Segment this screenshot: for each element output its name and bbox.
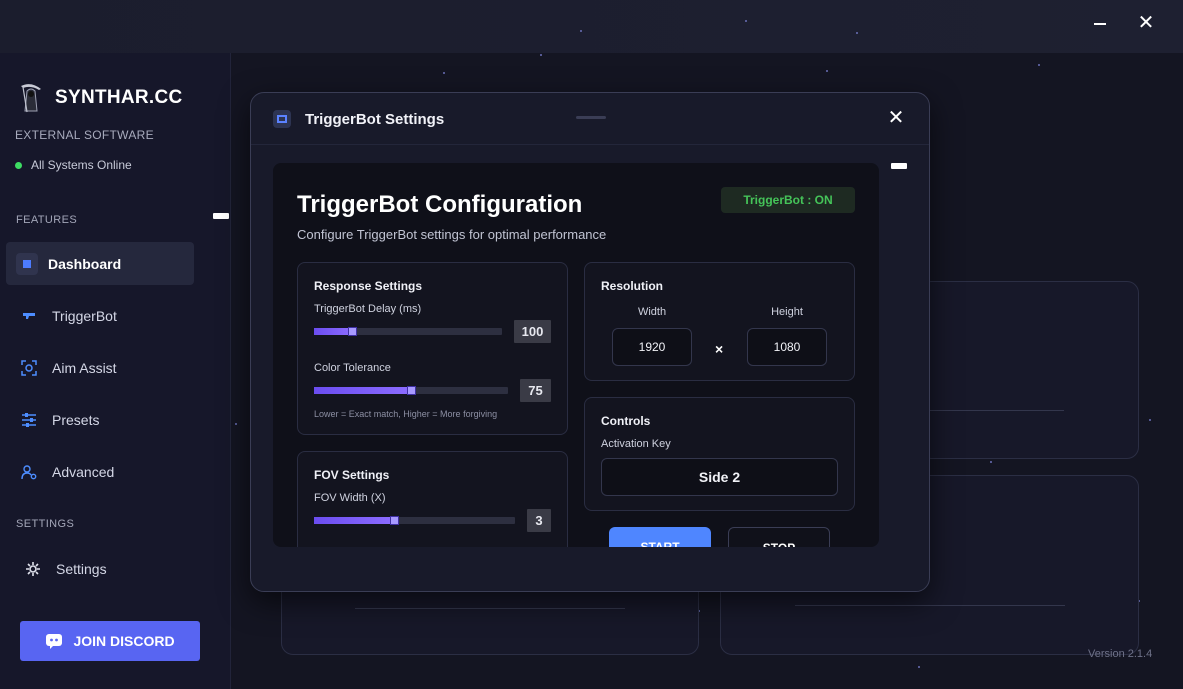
close-icon[interactable]: ✕	[1134, 12, 1158, 36]
sidebar-item-settings[interactable]: Settings	[6, 547, 194, 590]
sliders-icon	[20, 411, 38, 429]
star	[1149, 419, 1151, 421]
discord-icon	[46, 634, 63, 649]
card-title: Controls	[601, 414, 651, 428]
fov-settings-card: FOV Settings FOV Width (X) 3	[297, 451, 568, 547]
reaper-logo-icon	[17, 83, 45, 113]
title-bar: ✕	[0, 0, 1183, 53]
card-title: Response Settings	[314, 279, 423, 293]
slider-knob[interactable]	[390, 516, 399, 525]
dashboard-card	[919, 281, 1139, 459]
width-input[interactable]: 1920	[612, 328, 692, 366]
sidebar: SYNTHAR.CC EXTERNAL SOFTWARE All Systems…	[0, 53, 231, 689]
slider-fill	[314, 387, 411, 394]
tolerance-label: Color Tolerance	[314, 362, 391, 374]
height-input[interactable]: 1080	[747, 328, 827, 366]
divider	[355, 608, 625, 609]
fov-width-value[interactable]: 3	[527, 509, 551, 532]
modal-close-icon[interactable]: ✕	[885, 107, 907, 129]
slider-knob[interactable]	[407, 386, 416, 395]
gun-icon	[20, 307, 38, 325]
start-button[interactable]: START	[609, 527, 711, 547]
sidebar-item-label: TriggerBot	[52, 307, 117, 324]
sidebar-item-triggerbot[interactable]: TriggerBot	[6, 294, 194, 337]
logo: SYNTHAR.CC	[17, 83, 183, 113]
dashboard-icon	[16, 252, 38, 275]
star	[580, 30, 582, 32]
star	[1038, 64, 1040, 66]
sidebar-item-label: Advanced	[52, 463, 115, 480]
page-subtitle: Configure TriggerBot settings for optima…	[297, 227, 607, 242]
panel-scroll-handle[interactable]	[891, 163, 907, 169]
fov-width-label: FOV Width (X)	[314, 492, 386, 504]
stop-button[interactable]: STOP	[728, 527, 830, 547]
star	[918, 666, 920, 668]
sidebar-item-dashboard[interactable]: Dashboard	[6, 242, 194, 285]
divider	[795, 605, 1065, 606]
star	[235, 423, 237, 425]
star	[745, 20, 747, 22]
crosshair-icon	[20, 359, 38, 377]
sidebar-toggle-handle[interactable]	[213, 213, 229, 219]
card-title: FOV Settings	[314, 468, 390, 482]
delay-label: TriggerBot Delay (ms)	[314, 303, 422, 315]
drag-handle[interactable]	[576, 116, 606, 119]
activation-key-label: Activation Key	[601, 438, 671, 450]
sidebar-item-advanced[interactable]: Advanced	[6, 450, 194, 493]
tolerance-slider[interactable]	[314, 386, 508, 395]
minimize-icon[interactable]	[1088, 12, 1112, 36]
triggerbot-settings-modal: TriggerBot Settings ✕ TriggerBot Configu…	[250, 92, 930, 592]
controls-card: Controls Activation Key Side 2	[584, 397, 855, 511]
system-status-text: All Systems Online	[31, 158, 132, 172]
brand-name: SYNTHAR.CC	[55, 87, 183, 108]
modal-header: TriggerBot Settings ✕	[251, 93, 929, 145]
tolerance-value[interactable]: 75	[520, 379, 551, 402]
star	[826, 70, 828, 72]
modal-title: TriggerBot Settings	[305, 111, 445, 128]
window-icon	[273, 110, 291, 128]
resolution-card: Resolution Width Height 1920 × 1080	[584, 262, 855, 381]
slider-knob[interactable]	[348, 327, 357, 336]
height-label: Height	[771, 306, 803, 318]
page-title: TriggerBot Configuration	[297, 191, 583, 218]
system-status: All Systems Online	[15, 158, 132, 172]
star	[990, 461, 992, 463]
status-badge: TriggerBot : ON	[721, 187, 855, 213]
card-title: Resolution	[601, 279, 663, 293]
sidebar-item-aim-assist[interactable]: Aim Assist	[6, 346, 194, 389]
sidebar-item-label: Dashboard	[48, 255, 122, 272]
delay-slider[interactable]	[314, 327, 502, 336]
status-dot-icon	[15, 161, 22, 169]
star	[856, 32, 858, 34]
join-discord-label: JOIN DISCORD	[73, 633, 175, 649]
tolerance-hint: Lower = Exact match, Higher = More forgi…	[314, 409, 498, 419]
version-label: Version 2.1.4	[1088, 648, 1153, 660]
activation-key-select[interactable]: Side 2	[601, 458, 838, 496]
width-label: Width	[637, 306, 667, 318]
settings-section-label: SETTINGS	[16, 518, 75, 530]
resolution-separator: ×	[715, 341, 724, 357]
join-discord-button[interactable]: JOIN DISCORD	[20, 621, 200, 661]
delay-value[interactable]: 100	[514, 320, 551, 343]
response-settings-card: Response Settings TriggerBot Delay (ms) …	[297, 262, 568, 435]
brand-subtitle: EXTERNAL SOFTWARE	[15, 128, 154, 142]
sidebar-item-label: Presets	[52, 411, 100, 428]
sidebar-item-label: Aim Assist	[52, 359, 117, 376]
features-section-label: FEATURES	[16, 214, 78, 226]
sidebar-item-label: Settings	[56, 560, 107, 577]
gear-icon	[24, 560, 42, 578]
divider	[930, 410, 1064, 411]
slider-fill	[314, 517, 394, 524]
user-gear-icon	[20, 463, 38, 481]
sidebar-item-presets[interactable]: Presets	[6, 398, 194, 441]
star	[540, 54, 542, 56]
star	[443, 72, 445, 74]
fov-width-slider[interactable]	[314, 516, 515, 525]
slider-fill	[314, 328, 352, 335]
config-panel: TriggerBot Configuration Configure Trigg…	[273, 163, 879, 547]
